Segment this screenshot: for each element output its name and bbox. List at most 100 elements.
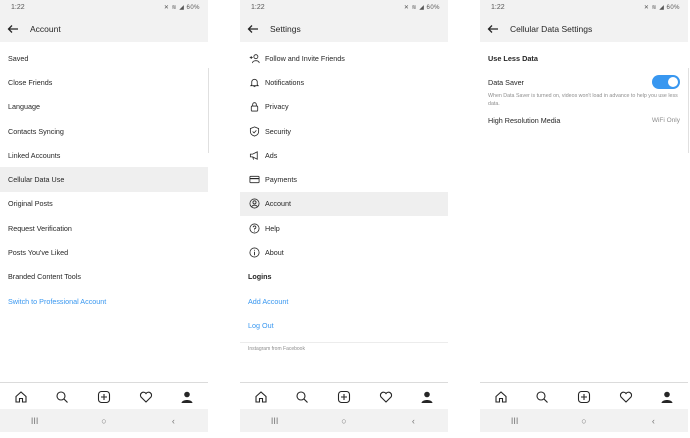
help-icon [248, 222, 260, 234]
home-icon[interactable] [253, 389, 269, 405]
cellular-data-screen: 1:22 ✕ ≋ ◢ 60% Cellular Data Settings Us… [480, 0, 688, 432]
menu-item-linked-accounts[interactable]: Linked Accounts [0, 143, 208, 167]
settings-menu: Follow and Invite Friends Notifications … [240, 46, 448, 352]
menu-item-request-verification[interactable]: Request Verification [0, 216, 208, 240]
back-button[interactable]: ‹ [643, 416, 663, 426]
menu-item-notifications[interactable]: Notifications [240, 70, 448, 94]
menu-item-saved[interactable]: Saved [0, 46, 208, 70]
account-screen: 1:22 ✕ ≋ ◢ 60% Account Saved Close Frien… [0, 0, 208, 432]
menu-item-close-friends[interactable]: Close Friends [0, 70, 208, 94]
menu-item-cellular-data-use[interactable]: Cellular Data Use [0, 167, 208, 192]
system-nav-bar: III ○ ‹ [240, 409, 448, 432]
menu-item-label: Ads [265, 150, 278, 160]
hires-media-label: High Resolution Media [488, 115, 561, 125]
overlay-edge [206, 68, 209, 153]
card-icon [248, 174, 260, 186]
status-time: 1:22 [251, 4, 265, 11]
back-button[interactable]: ‹ [163, 416, 183, 426]
add-post-icon[interactable] [576, 389, 592, 405]
megaphone-icon [248, 149, 260, 161]
back-arrow-icon[interactable] [246, 22, 260, 36]
add-account-link[interactable]: Add Account [240, 289, 448, 313]
heart-icon[interactable] [378, 389, 394, 405]
menu-item-posts-liked[interactable]: Posts You've Liked [0, 240, 208, 264]
status-bar: 1:22 ✕ ≋ ◢ 60% [240, 0, 448, 15]
menu-item-label: Payments [265, 175, 297, 185]
status-icons: ✕ ≋ ◢ 60% [643, 5, 680, 11]
settings-screen: 1:22 ✕ ≋ ◢ 60% Settings Follow and Invit… [240, 0, 448, 432]
menu-item-branded-content-tools[interactable]: Branded Content Tools [0, 265, 208, 289]
account-icon [248, 198, 260, 210]
menu-item-label: Help [265, 223, 280, 233]
menu-item-privacy[interactable]: Privacy [240, 95, 448, 119]
bottom-nav [0, 382, 208, 410]
add-person-icon [248, 52, 260, 64]
recents-button[interactable]: III [505, 416, 525, 426]
home-icon[interactable] [13, 389, 29, 405]
bottom-nav [240, 382, 448, 410]
header: Cellular Data Settings [480, 15, 688, 42]
toggle-knob [668, 77, 678, 87]
shield-icon [248, 125, 260, 137]
menu-item-follow-invite[interactable]: Follow and Invite Friends [240, 46, 448, 70]
info-icon [248, 247, 260, 259]
menu-item-help[interactable]: Help [240, 216, 448, 240]
log-out-link[interactable]: Log Out [240, 313, 448, 337]
profile-icon[interactable] [179, 389, 195, 405]
menu-item-contacts-syncing[interactable]: Contacts Syncing [0, 119, 208, 143]
hires-media-row[interactable]: High Resolution Media WiFi Only [480, 108, 688, 132]
menu-item-account[interactable]: Account [240, 191, 448, 217]
data-saver-label: Data Saver [488, 77, 524, 87]
header: Account [0, 15, 208, 42]
back-arrow-icon[interactable] [6, 22, 20, 36]
recents-button[interactable]: III [25, 416, 45, 426]
menu-item-security[interactable]: Security [240, 119, 448, 143]
system-nav-bar: III ○ ‹ [480, 409, 688, 432]
menu-item-language[interactable]: Language [0, 95, 208, 119]
home-icon[interactable] [493, 389, 509, 405]
search-icon[interactable] [534, 389, 550, 405]
home-button[interactable]: ○ [574, 416, 594, 426]
page-title: Cellular Data Settings [510, 23, 593, 34]
home-button[interactable]: ○ [94, 416, 114, 426]
menu-item-label: Privacy [265, 102, 289, 112]
search-icon[interactable] [54, 389, 70, 405]
menu-item-about[interactable]: About [240, 240, 448, 264]
recents-button[interactable]: III [265, 416, 285, 426]
profile-icon[interactable] [419, 389, 435, 405]
bottom-nav [480, 382, 688, 410]
profile-icon[interactable] [659, 389, 675, 405]
search-icon[interactable] [294, 389, 310, 405]
status-icons: ✕ ≋ ◢ 60% [163, 5, 200, 11]
data-saver-row: Data Saver [480, 70, 688, 94]
lock-icon [248, 101, 260, 113]
data-saver-toggle[interactable] [652, 75, 680, 89]
status-bar: 1:22 ✕ ≋ ◢ 60% [480, 0, 688, 15]
account-menu: Saved Close Friends Language Contacts Sy… [0, 46, 208, 313]
heart-icon[interactable] [618, 389, 634, 405]
menu-item-original-posts[interactable]: Original Posts [0, 192, 208, 216]
page-title: Settings [270, 23, 301, 34]
status-icons: ✕ ≋ ◢ 60% [403, 5, 440, 11]
bell-icon [248, 76, 260, 88]
logins-heading: Logins [248, 272, 272, 282]
menu-item-label: Follow and Invite Friends [265, 53, 345, 63]
footer-note: Instagram from Facebook [240, 341, 448, 352]
menu-item-ads[interactable]: Ads [240, 143, 448, 167]
menu-item-label: Account [265, 199, 291, 209]
status-time: 1:22 [11, 4, 25, 11]
hires-media-value: WiFi Only [651, 116, 680, 124]
heart-icon[interactable] [138, 389, 154, 405]
add-post-icon[interactable] [96, 389, 112, 405]
add-post-icon[interactable] [336, 389, 352, 405]
system-nav-bar: III ○ ‹ [0, 409, 208, 432]
home-button[interactable]: ○ [334, 416, 354, 426]
menu-item-label: About [265, 248, 284, 258]
menu-item-label: Notifications [265, 77, 305, 87]
back-button[interactable]: ‹ [403, 416, 423, 426]
page-title: Account [30, 23, 61, 34]
status-time: 1:22 [491, 4, 505, 11]
menu-item-payments[interactable]: Payments [240, 167, 448, 191]
back-arrow-icon[interactable] [486, 22, 500, 36]
switch-professional-link[interactable]: Switch to Professional Account [0, 289, 208, 313]
